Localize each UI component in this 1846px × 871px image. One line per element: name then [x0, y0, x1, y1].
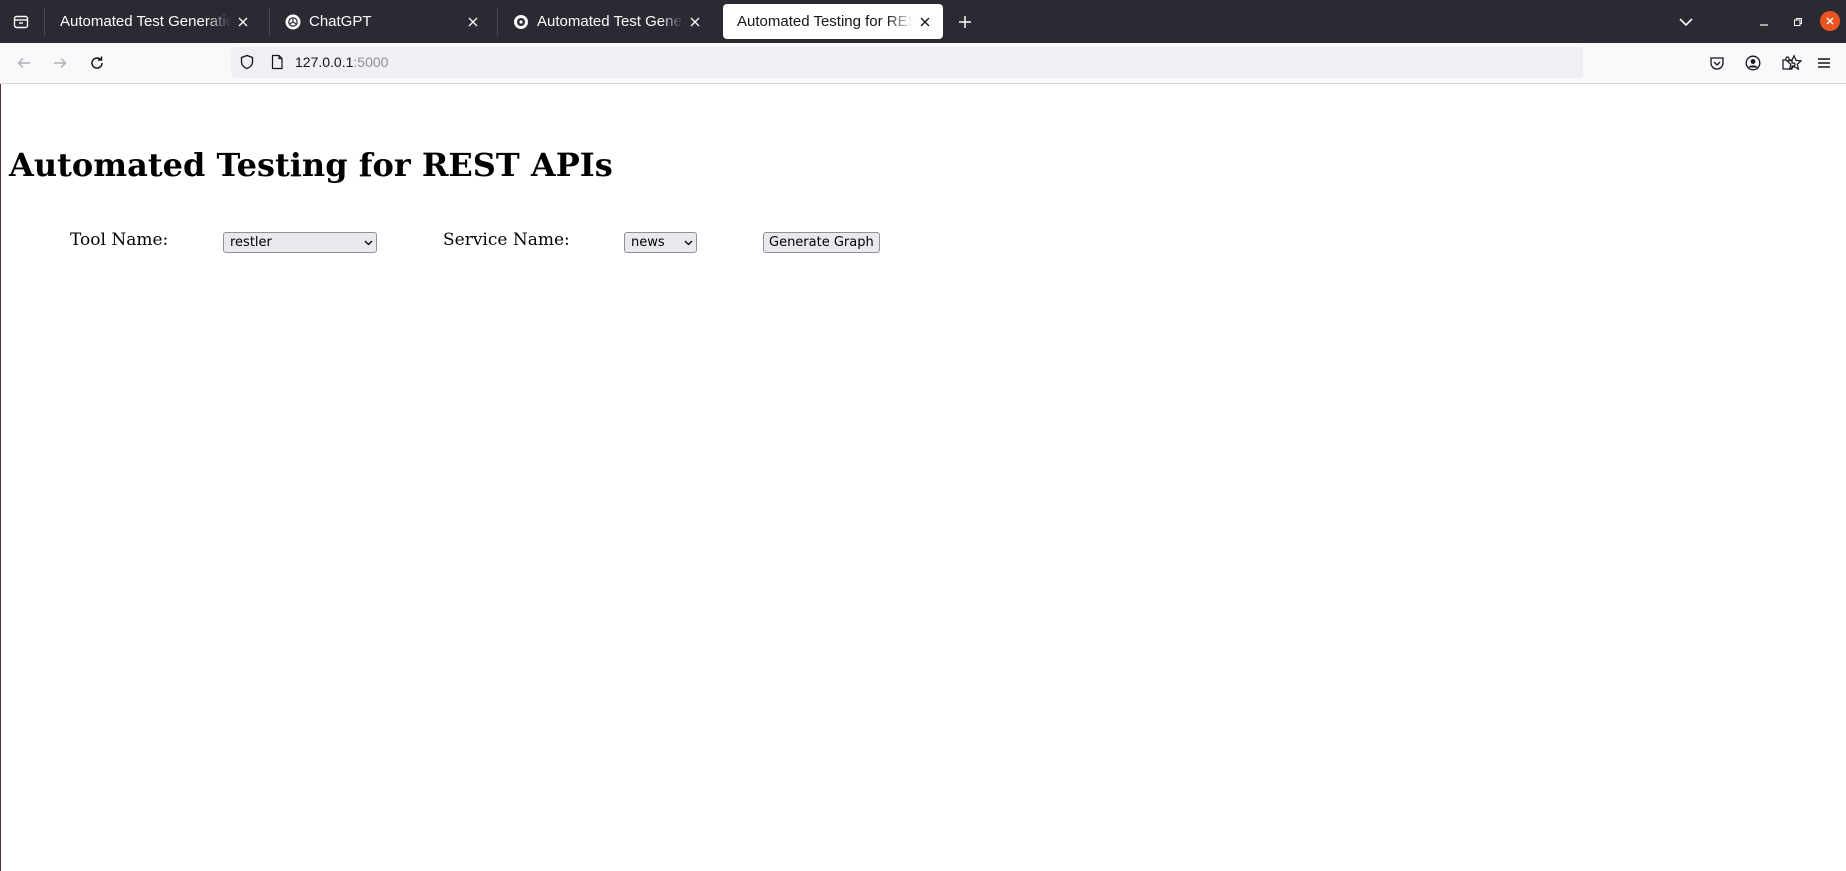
minimize-icon — [1760, 24, 1768, 26]
reload-icon — [91, 56, 103, 69]
tab-automated-testing-for-rest-apis[interactable]: Automated Testing for REST APIs — [723, 4, 943, 39]
url-host: 127.0.0.1 — [295, 54, 354, 70]
tab-list-icon — [13, 15, 29, 29]
page-edge — [0, 84, 1, 871]
reload-button[interactable] — [83, 49, 111, 77]
back-button[interactable] — [10, 49, 38, 77]
tab-title: Automated Testing for REST APIs — [737, 13, 913, 30]
close-icon — [1826, 17, 1834, 25]
tab-separator — [269, 8, 270, 36]
tab-automated-test-generation-1[interactable]: Automated Test Generation — [46, 4, 261, 39]
forward-button[interactable] — [46, 49, 74, 77]
tab-chatgpt[interactable]: ChatGPT — [271, 4, 491, 39]
minimize-button[interactable] — [1752, 10, 1776, 34]
new-tab-button[interactable] — [952, 9, 978, 35]
close-icon[interactable] — [917, 14, 933, 30]
chevron-down-icon — [360, 240, 376, 246]
puzzle-icon — [1782, 56, 1796, 70]
menu-button[interactable] — [1814, 53, 1834, 73]
close-icon[interactable] — [687, 14, 703, 30]
chatgpt-logo-icon — [285, 14, 301, 30]
service-name-label: Service Name: — [443, 230, 570, 250]
url-port: :5000 — [353, 54, 389, 70]
plus-icon — [959, 16, 971, 28]
navigation-toolbar: 127.0.0.1:5000 — [0, 43, 1846, 84]
extensions-button[interactable] — [1778, 53, 1798, 73]
chevron-down-icon — [680, 240, 696, 246]
url-bar[interactable]: 127.0.0.1:5000 — [231, 47, 1803, 78]
shield-icon[interactable] — [239, 54, 255, 70]
generate-graph-button[interactable]: Generate Graph — [763, 232, 880, 253]
service-name-value: news — [631, 235, 665, 250]
pocket-icon — [1710, 57, 1724, 70]
tab-title: ChatGPT — [309, 13, 372, 30]
back-arrow-icon — [17, 57, 30, 69]
tab-list-button[interactable] — [6, 9, 36, 35]
url-text: 127.0.0.1:5000 — [295, 54, 388, 70]
page-title: Automated Testing for REST APIs — [9, 146, 613, 184]
forward-arrow-icon — [54, 57, 67, 69]
pocket-button[interactable] — [1707, 53, 1727, 73]
chevron-down-icon — [1679, 18, 1693, 27]
tab-strip: Automated Test Generation ChatGPT Automa… — [0, 0, 1846, 43]
account-icon — [1745, 55, 1761, 71]
tab-automated-test-generation-2[interactable]: Automated Test Generation — [499, 4, 713, 39]
hamburger-menu-icon — [1818, 58, 1830, 68]
restore-button[interactable] — [1786, 10, 1810, 34]
list-all-tabs-button[interactable] — [1673, 9, 1699, 35]
site-logo-icon — [513, 14, 529, 30]
close-icon[interactable] — [465, 14, 481, 30]
restore-icon — [1794, 18, 1802, 26]
page-icon[interactable] — [269, 54, 285, 70]
close-icon[interactable] — [235, 14, 251, 30]
tab-title: Automated Test Generation — [537, 13, 683, 30]
tool-name-select[interactable]: restler — [223, 232, 377, 253]
tab-separator — [44, 8, 45, 36]
service-name-select[interactable]: news — [624, 232, 697, 253]
tab-separator — [497, 8, 498, 36]
tool-name-label: Tool Name: — [70, 230, 169, 250]
account-button[interactable] — [1743, 53, 1763, 73]
tool-name-value: restler — [230, 235, 272, 250]
close-window-button[interactable] — [1820, 11, 1840, 31]
tab-title: Automated Test Generation — [60, 13, 231, 30]
